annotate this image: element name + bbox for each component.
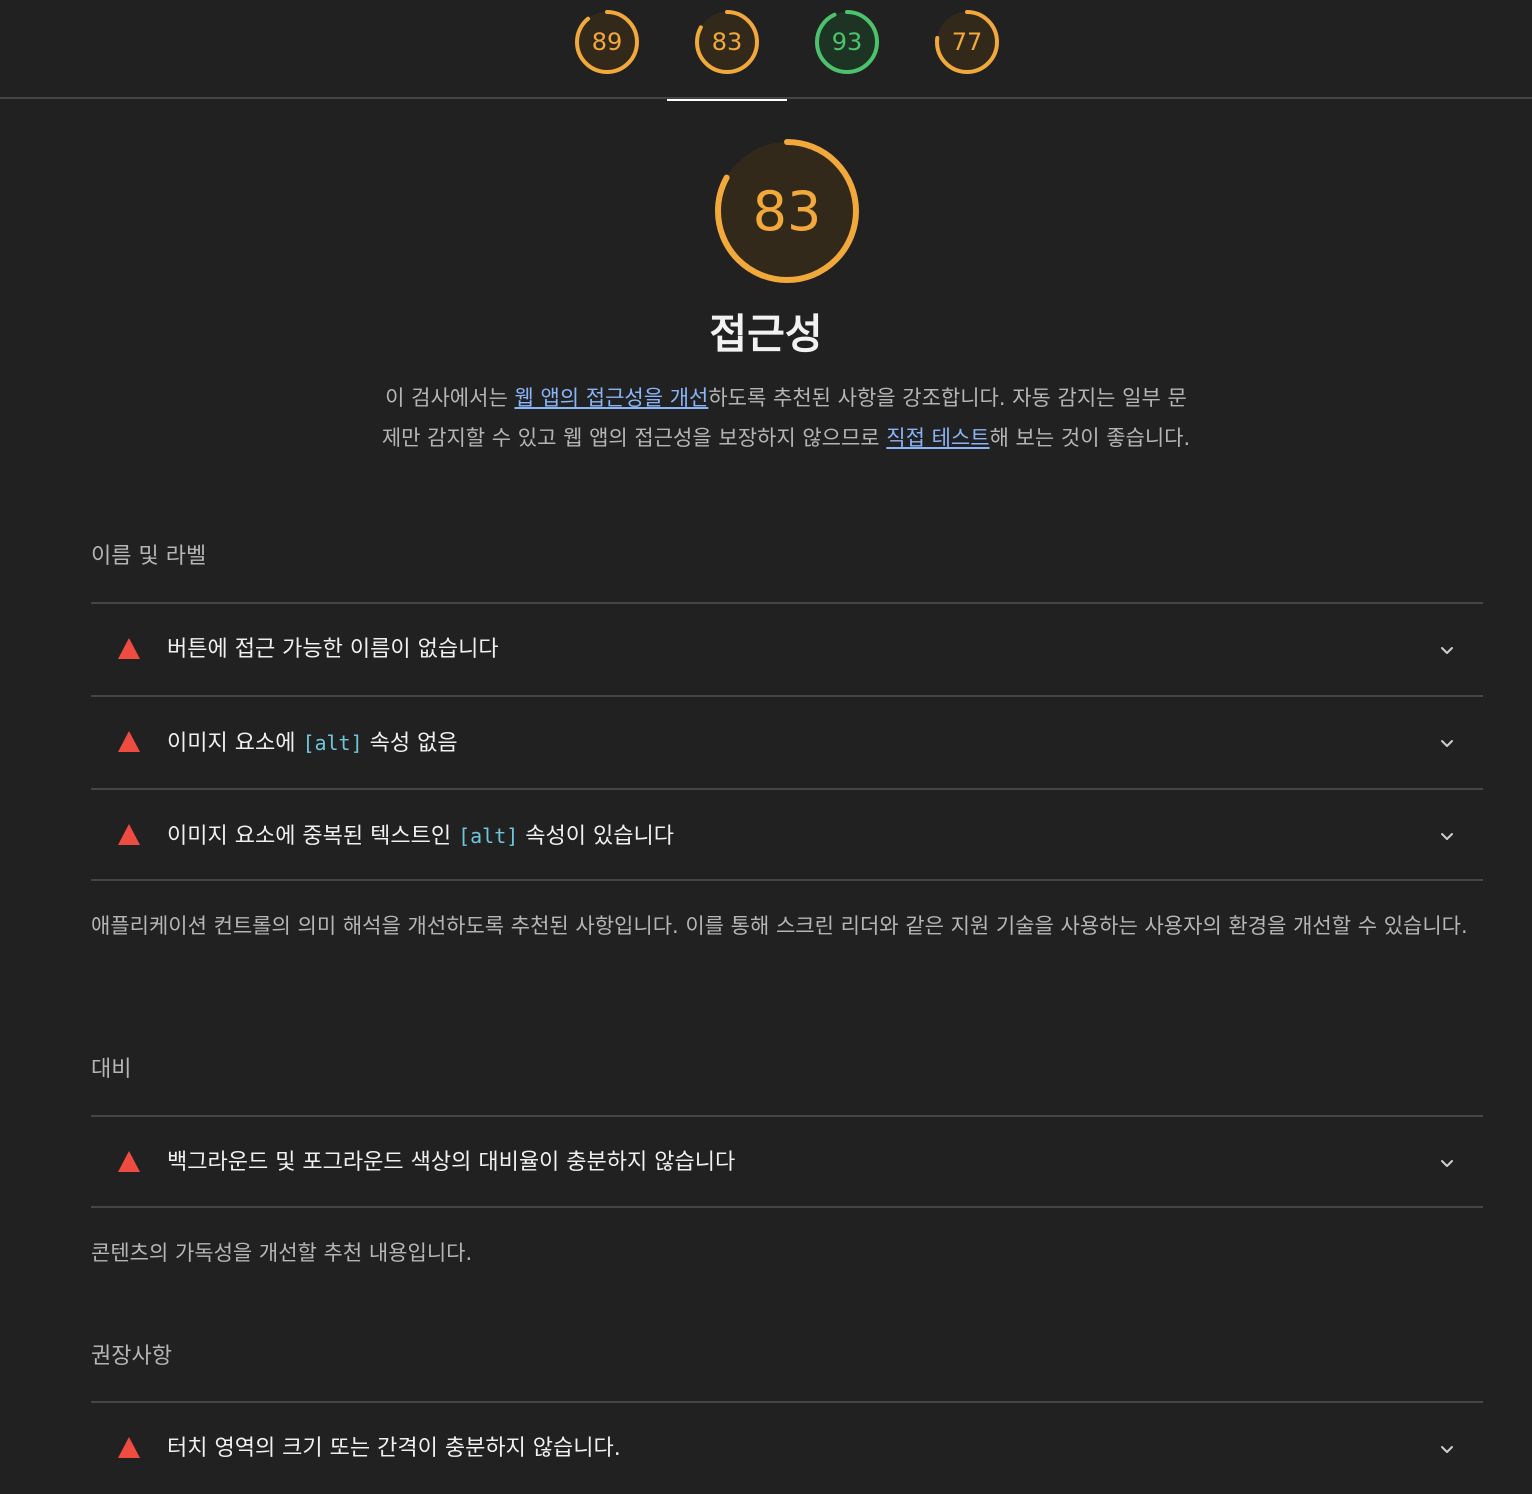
- audit-title: 백그라운드 및 포그라운드 색상의 대비율이 충분하지 않습니다: [167, 1150, 736, 1175]
- audit-title: 터치 영역의 크기 또는 간격이 충분하지 않습니다.: [167, 1436, 621, 1461]
- fail-triangle-icon: [118, 731, 140, 752]
- audit-color-contrast[interactable]: 백그라운드 및 포그라운드 색상의 대비율이 충분하지 않습니다: [91, 1115, 1483, 1208]
- fail-triangle-icon: [118, 638, 140, 659]
- group-description: 콘텐츠의 가독성을 개선할 추천 내용입니다.: [91, 1241, 473, 1265]
- selected-tab-indicator: [667, 99, 787, 101]
- tab-best-practices[interactable]: 93: [787, 0, 907, 99]
- audit-title: 버튼에 접근 가능한 이름이 없습니다: [167, 637, 499, 662]
- chevron-down-icon[interactable]: [1440, 644, 1454, 658]
- audit-title: 이미지 요소에 중복된 텍스트인 [alt] 속성이 있습니다: [167, 824, 674, 849]
- manual-testing-link[interactable]: 직접 테스트: [886, 426, 989, 450]
- chevron-down-icon[interactable]: [1440, 1443, 1454, 1457]
- group-title-contrast: 대비: [91, 1057, 132, 1082]
- fail-triangle-icon: [118, 824, 140, 845]
- group-description: 애플리케이션 컨트롤의 의미 해석을 개선하도록 추천된 사항입니다. 이를 통…: [91, 914, 1468, 938]
- tab-score: 77: [951, 28, 983, 56]
- audit-target-size[interactable]: 터치 영역의 크기 또는 간격이 충분하지 않습니다.: [91, 1401, 1483, 1494]
- code-snippet: [alt]: [458, 824, 519, 848]
- group-title-best-practices: 권장사항: [91, 1344, 172, 1369]
- category-score-gauge: 83: [712, 136, 862, 286]
- code-snippet: [alt]: [302, 731, 363, 755]
- tab-seo[interactable]: 77: [907, 0, 1027, 99]
- tab-score: 89: [591, 28, 623, 56]
- chevron-down-icon[interactable]: [1440, 737, 1454, 751]
- accessibility-link[interactable]: 웹 앱의 접근성을 개선: [514, 386, 708, 410]
- group-title-names-labels: 이름 및 라벨: [91, 544, 207, 569]
- tab-accessibility[interactable]: 83: [667, 0, 787, 101]
- chevron-down-icon[interactable]: [1440, 830, 1454, 844]
- fail-triangle-icon: [118, 1437, 140, 1458]
- audit-image-alt[interactable]: 이미지 요소에 [alt] 속성 없음: [91, 695, 1483, 788]
- tab-score: 83: [711, 28, 743, 56]
- audit-image-redundant-alt[interactable]: 이미지 요소에 중복된 텍스트인 [alt] 속성이 있습니다: [91, 788, 1483, 881]
- audit-title: 이미지 요소에 [alt] 속성 없음: [167, 731, 458, 756]
- category-title: 접근성: [709, 310, 823, 358]
- chevron-down-icon[interactable]: [1440, 1157, 1454, 1171]
- category-score: 83: [752, 180, 822, 243]
- tab-performance[interactable]: 89: [547, 0, 667, 99]
- category-tabs: 89 83 93 77: [0, 0, 1532, 101]
- tab-score: 93: [831, 28, 863, 56]
- audit-button-name[interactable]: 버튼에 접근 가능한 이름이 없습니다: [91, 602, 1483, 695]
- category-description: 이 검사에서는 웹 앱의 접근성을 개선하도록 추천된 사항을 강조합니다. 자…: [381, 386, 1191, 450]
- fail-triangle-icon: [118, 1151, 140, 1172]
